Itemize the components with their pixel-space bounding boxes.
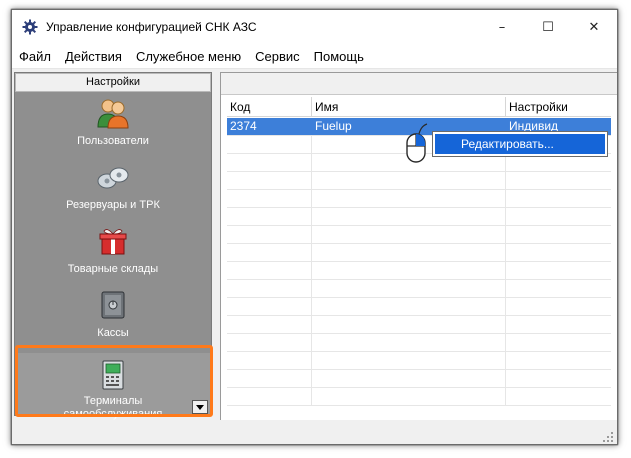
- table-row-empty: [227, 334, 611, 352]
- column-header-code[interactable]: Код: [227, 97, 312, 116]
- menu-bar: Файл Действия Служебное меню Сервис Помо…: [12, 44, 617, 69]
- sidebar-item-users[interactable]: Пользователи: [15, 97, 211, 148]
- chevron-down-icon: [196, 404, 204, 410]
- table-row-empty: [227, 226, 611, 244]
- table-row-empty: [227, 190, 611, 208]
- warehouse-icon: [95, 225, 131, 257]
- table-row-empty: [227, 298, 611, 316]
- settings-sidebar: Настройки Пользователи Резервуары и ТРК …: [14, 72, 213, 420]
- minimize-button[interactable]: –: [479, 10, 525, 44]
- gear-icon: [22, 19, 38, 35]
- table-row-empty: [227, 280, 611, 298]
- title-bar: Управление конфигурацией СНК АЗС – ☐ ✕: [12, 10, 617, 44]
- app-window: Управление конфигурацией СНК АЗС – ☐ ✕ Ф…: [11, 9, 618, 445]
- menu-file[interactable]: Файл: [12, 44, 58, 69]
- menu-service-menu[interactable]: Служебное меню: [129, 44, 248, 69]
- safe-icon: [95, 289, 131, 321]
- grid-toolbar: [221, 73, 617, 95]
- table-row-empty: [227, 208, 611, 226]
- table-row-empty: [227, 262, 611, 280]
- sidebar-item-label: самообслуживания: [63, 408, 163, 420]
- tanks-icon: [95, 161, 131, 193]
- menu-help[interactable]: Помощь: [307, 44, 371, 69]
- close-button[interactable]: ✕: [571, 10, 617, 44]
- maximize-button[interactable]: ☐: [525, 10, 571, 44]
- status-bar: [12, 422, 617, 444]
- resize-grip-icon[interactable]: [603, 432, 613, 442]
- cell-code: 2374: [227, 118, 312, 135]
- sidebar-item-cashboxes[interactable]: Кассы: [15, 289, 211, 340]
- table-row-empty: [227, 388, 611, 406]
- menu-service[interactable]: Сервис: [248, 44, 307, 69]
- sidebar-scroll-down-button[interactable]: [192, 400, 208, 414]
- sidebar-item-label: Резервуары и ТРК: [66, 199, 160, 211]
- sidebar-item-label: Товарные склады: [67, 263, 159, 275]
- menu-actions[interactable]: Действия: [58, 44, 129, 69]
- window-title: Управление конфигурацией СНК АЗС: [46, 20, 257, 34]
- table-row-empty: [227, 370, 611, 388]
- sidebar-item-label: Пользователи: [77, 135, 149, 147]
- sidebar-item-terminals[interactable]: Терминалы самообслуживания: [15, 353, 211, 420]
- table-row-empty: [227, 172, 611, 190]
- context-menu-edit[interactable]: Редактировать...: [432, 131, 608, 157]
- sidebar-item-tanks[interactable]: Резервуары и ТРК: [15, 161, 211, 212]
- sidebar-item-label: Терминалы: [83, 395, 143, 407]
- grid-header: Код Имя Настройки: [227, 97, 611, 117]
- table-row-empty: [227, 352, 611, 370]
- sidebar-item-warehouses[interactable]: Товарные склады: [15, 225, 211, 276]
- sidebar-header[interactable]: Настройки: [15, 73, 211, 92]
- table-row-empty: [227, 244, 611, 262]
- column-header-name[interactable]: Имя: [312, 97, 506, 116]
- terminal-icon: [95, 359, 131, 391]
- column-header-settings[interactable]: Настройки: [506, 97, 611, 116]
- users-icon: [95, 97, 131, 129]
- sidebar-item-label: Кассы: [97, 327, 129, 339]
- mouse-right-click-icon: [405, 122, 429, 166]
- table-row-empty: [227, 316, 611, 334]
